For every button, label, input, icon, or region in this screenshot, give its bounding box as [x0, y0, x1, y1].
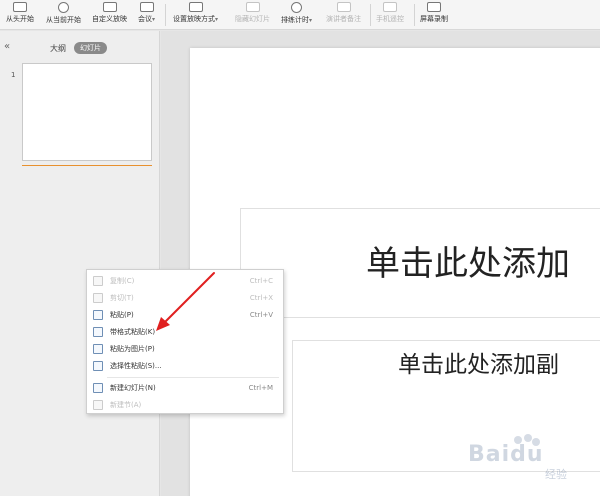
toolbar-screen-record-button[interactable]: 屏幕录制 [420, 0, 448, 30]
chevron-down-icon: ▾ [152, 16, 156, 23]
meeting-icon [139, 2, 154, 12]
toolbar-speaker-notes-button[interactable]: 演讲者备注 [326, 0, 361, 30]
play-icon [58, 2, 69, 13]
toolbar-from-current-button[interactable]: 从当前开始 [46, 0, 81, 30]
toolbar-meeting-button[interactable]: 会议▾ [138, 0, 155, 30]
slide-thumbnail[interactable] [22, 63, 152, 161]
toolbar-setup-show-button[interactable]: 设置放映方式▾ [173, 0, 218, 30]
custom-show-icon [102, 2, 117, 12]
toolbar-divider [370, 4, 371, 26]
tab-outline[interactable]: 大纲 [50, 43, 66, 54]
chevron-down-icon: ▾ [309, 17, 313, 24]
watermark-text: Baidu [468, 442, 544, 467]
annotation-arrow [156, 272, 215, 331]
scissors-icon [93, 293, 103, 303]
subtitle-placeholder-text: 单击此处添加副 [398, 352, 559, 378]
phone-icon [383, 2, 397, 12]
watermark-sub: 经验 [545, 468, 567, 481]
paste-icon [93, 310, 103, 320]
menu-item-new-section[interactable]: 新建节(A) [87, 397, 285, 413]
menu-item-paste-special[interactable]: 选择性粘贴(S)... [87, 358, 285, 374]
record-icon [427, 2, 441, 12]
paste-format-icon [93, 327, 103, 337]
copy-icon [93, 276, 103, 286]
slide-panel: « 大纲 幻灯片 1 [0, 31, 160, 496]
toolbar-divider [414, 4, 415, 26]
setup-show-icon [188, 2, 203, 12]
menu-item-new-slide[interactable]: 新建幻灯片(N) Ctrl+M [87, 380, 285, 396]
menu-separator [107, 377, 279, 378]
paste-picture-icon [93, 344, 103, 354]
ribbon-toolbar: 从头开始 从当前开始 自定义放映 会议▾ 设置放映方式▾ 隐藏幻灯片 排练计时▾… [0, 0, 600, 30]
toolbar-phone-remote-button[interactable]: 手机遥控 [376, 0, 404, 30]
arrow-shaft [161, 272, 215, 326]
timer-icon [291, 2, 302, 13]
paste-special-icon [93, 361, 103, 371]
toolbar-hide-slide-button[interactable]: 隐藏幻灯片 [235, 0, 270, 30]
new-section-icon [93, 400, 103, 410]
slide-number: 1 [11, 71, 16, 79]
toolbar-custom-show-button[interactable]: 自定义放映 [92, 0, 127, 30]
monitor-icon [13, 2, 27, 12]
toolbar-divider [165, 4, 166, 26]
toolbar-from-start-button[interactable]: 从头开始 [6, 0, 34, 30]
hide-slide-icon [245, 2, 260, 12]
chevron-down-icon: ▾ [215, 16, 219, 23]
insertion-indicator [22, 165, 152, 166]
notes-icon [336, 2, 351, 12]
title-placeholder-text: 单击此处添加 [366, 244, 570, 284]
new-slide-icon [93, 383, 103, 393]
tab-slides[interactable]: 幻灯片 [74, 42, 107, 54]
toolbar-rehearse-timing-button[interactable]: 排练计时▾ [281, 0, 312, 30]
collapse-panel-icon[interactable]: « [4, 41, 10, 52]
